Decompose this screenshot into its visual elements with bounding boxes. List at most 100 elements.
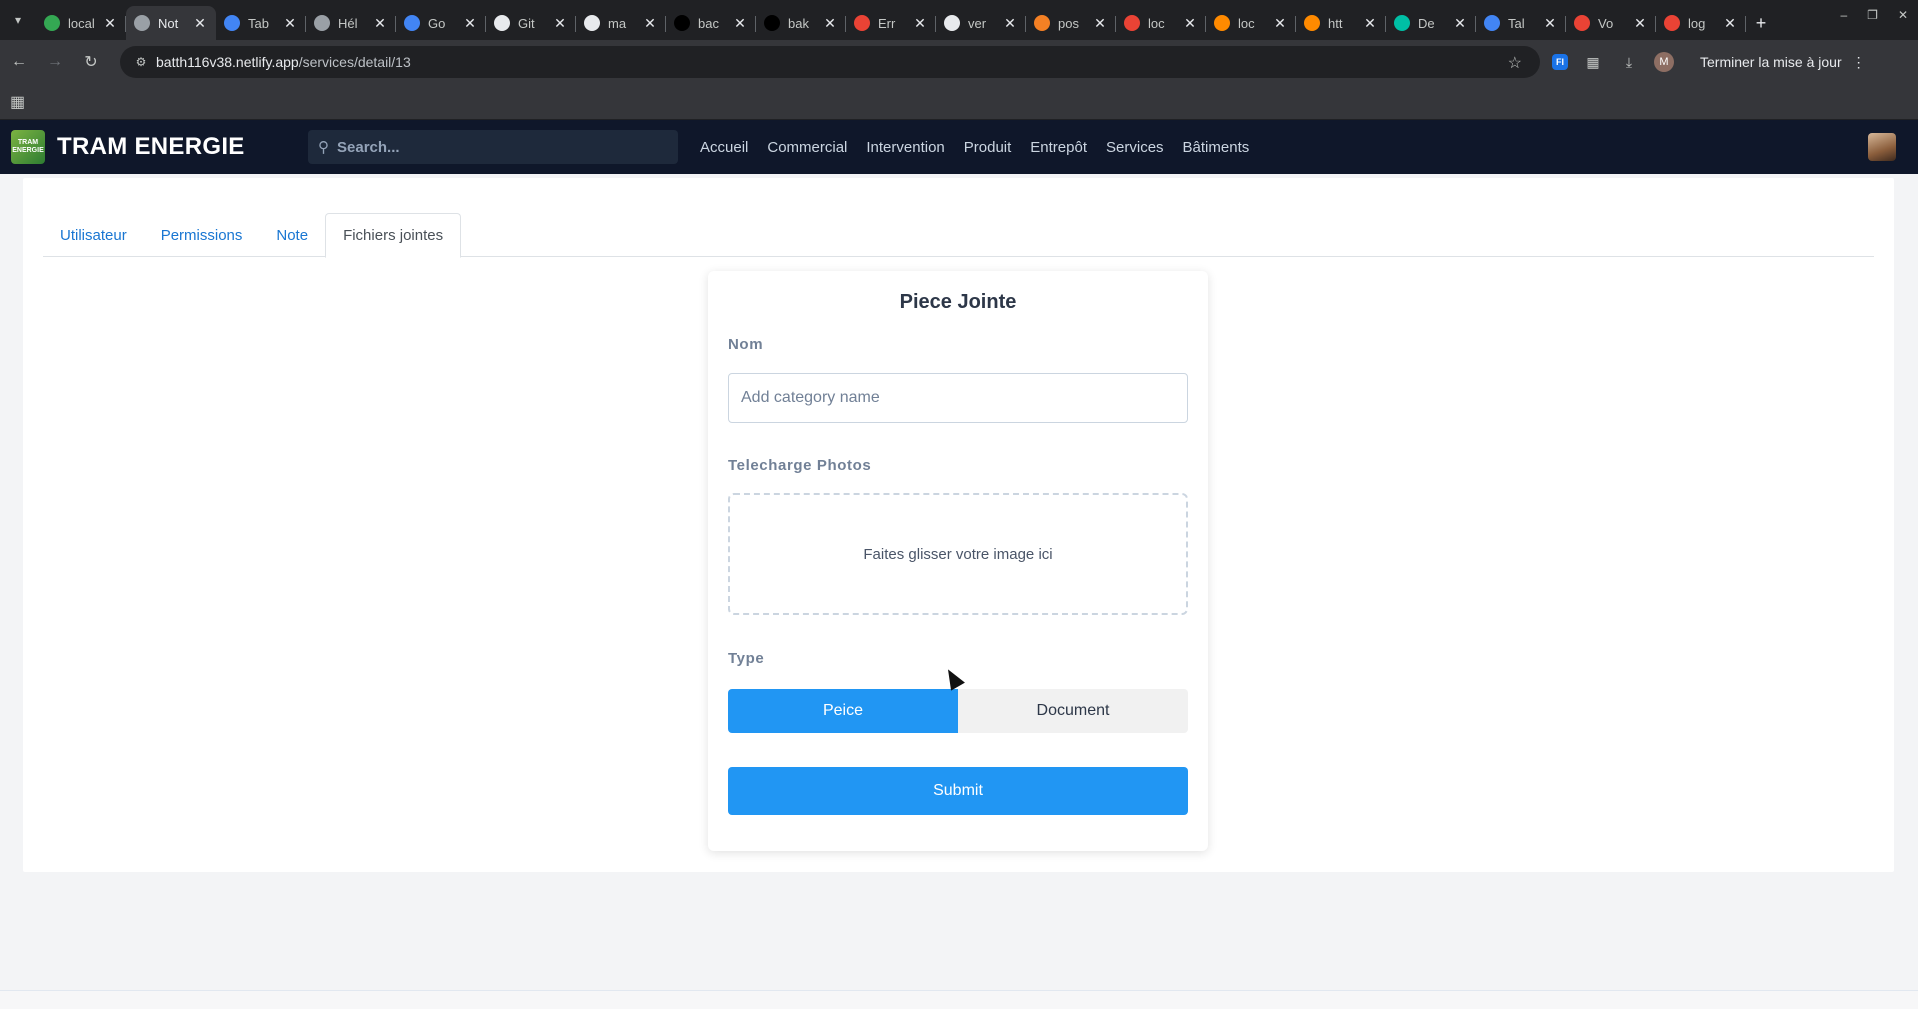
diamond-icon [1394, 15, 1410, 31]
browser-tab[interactable]: Vo ✕ [1566, 6, 1656, 40]
dropzone-text: Faites glisser votre image ici [863, 545, 1053, 563]
site-settings-icon[interactable]: ⚙ [126, 55, 156, 69]
close-window-icon[interactable]: ✕ [1898, 8, 1908, 22]
menu-item-batiments[interactable]: Bâtiments [1183, 139, 1250, 156]
browser-tab[interactable]: bak ✕ [756, 6, 846, 40]
close-tab-icon[interactable]: ✕ [822, 15, 838, 32]
url-text: batth116v38.netlify.app/services/detail/… [156, 54, 411, 70]
browser-tab-title: De [1418, 15, 1435, 31]
browser-tab[interactable]: Tab ✕ [216, 6, 306, 40]
brand-name[interactable]: TRAM ENERGIE [57, 133, 245, 161]
browser-tab[interactable]: pos ✕ [1026, 6, 1116, 40]
close-tab-icon[interactable]: ✕ [1002, 15, 1018, 32]
browser-tab[interactable]: De ✕ [1386, 6, 1476, 40]
browser-tab[interactable]: loc ✕ [1116, 6, 1206, 40]
menu-item-commercial[interactable]: Commercial [767, 139, 847, 156]
search-input[interactable] [337, 138, 657, 156]
user-avatar[interactable] [1868, 133, 1896, 161]
close-tab-icon[interactable]: ✕ [1362, 15, 1378, 32]
download-icon[interactable]: ⤓ [1618, 51, 1640, 73]
browser-tab-title: log [1688, 15, 1706, 31]
type-label: Type [728, 650, 765, 667]
bookmarks-bar: ▦ [0, 84, 1918, 120]
extension-icon[interactable]: FI [1552, 54, 1568, 70]
kebab-menu-icon[interactable]: ⋮ [1852, 54, 1866, 71]
gemini-icon [404, 15, 420, 31]
menu-item-accueil[interactable]: Accueil [700, 139, 748, 156]
close-tab-icon[interactable]: ✕ [102, 15, 118, 32]
close-tab-icon[interactable]: ✕ [1542, 15, 1558, 32]
image-dropzone[interactable]: Faites glisser votre image ici [728, 493, 1188, 615]
browser-tab[interactable]: local ✕ [36, 6, 126, 40]
close-tab-icon[interactable]: ✕ [732, 15, 748, 32]
browser-tab-title: Vo [1598, 15, 1614, 31]
close-tab-icon[interactable]: ✕ [1452, 15, 1468, 32]
close-tab-icon[interactable]: ✕ [462, 15, 478, 32]
name-field[interactable] [728, 373, 1188, 423]
tab-permissions[interactable]: Permissions [144, 213, 260, 257]
browser-tab[interactable]: log ✕ [1656, 6, 1746, 40]
type-option-document[interactable]: Document [958, 689, 1188, 733]
browser-tab[interactable]: loc ✕ [1206, 6, 1296, 40]
apps-grid-icon[interactable]: ▦ [10, 92, 25, 112]
tab-icon [1484, 15, 1500, 31]
menu-item-produit[interactable]: Produit [964, 139, 1012, 156]
tab-fichiers-jointes[interactable]: Fichiers jointes [325, 213, 462, 258]
browser-tab[interactable]: Tal ✕ [1476, 6, 1566, 40]
puzzle-extensions-icon[interactable]: ▦ [1582, 51, 1604, 73]
github-icon [494, 15, 510, 31]
brand-logo[interactable]: TRAM ENERGIE [11, 130, 45, 164]
tab-note[interactable]: Note [259, 213, 325, 257]
browser-tab[interactable]: htt ✕ [1296, 6, 1386, 40]
window-controls: – ❐ ✕ [1840, 8, 1908, 22]
menu-item-entrepot[interactable]: Entrepôt [1030, 139, 1087, 156]
menu-item-services[interactable]: Services [1106, 139, 1164, 156]
vercel-triangle-icon [44, 15, 60, 31]
browser-tab[interactable]: Not ✕ [126, 6, 216, 40]
close-tab-icon[interactable]: ✕ [912, 15, 928, 32]
browser-tab-title: loc [1238, 15, 1255, 31]
new-tab-button[interactable]: + [1746, 6, 1776, 40]
google-icon [1664, 15, 1680, 31]
browser-tab[interactable]: ma ✕ [576, 6, 666, 40]
menu-item-intervention[interactable]: Intervention [866, 139, 944, 156]
profile-avatar[interactable]: M [1654, 52, 1674, 72]
openai-icon [314, 15, 330, 31]
anthill-icon [1304, 15, 1320, 31]
search-box: ⚲ [308, 130, 678, 164]
browser-tab[interactable]: Err ✕ [846, 6, 936, 40]
update-button[interactable]: Terminer la mise à jour ⋮ [1688, 46, 1878, 78]
browser-tab-title: loc [1148, 15, 1165, 31]
browser-tab[interactable]: bac ✕ [666, 6, 756, 40]
forward-arrow-icon[interactable]: → [38, 45, 72, 79]
browser-tab-title: Tab [248, 15, 269, 31]
address-bar[interactable]: ⚙ batth116v38.netlify.app/services/detai… [120, 46, 1540, 78]
attachment-form: Piece Jointe Nom Telecharge Photos Faite… [708, 271, 1208, 851]
tab-icon [224, 15, 240, 31]
type-option-peice[interactable]: Peice [728, 689, 958, 733]
bookmark-star-icon[interactable]: ☆ [1508, 53, 1522, 73]
close-tab-icon[interactable]: ✕ [1272, 15, 1288, 32]
close-tab-icon[interactable]: ✕ [1722, 15, 1738, 32]
close-tab-icon[interactable]: ✕ [1092, 15, 1108, 32]
browser-tab[interactable]: Hél ✕ [306, 6, 396, 40]
tab-utilisateur[interactable]: Utilisateur [43, 213, 144, 257]
browser-tab[interactable]: Git ✕ [486, 6, 576, 40]
minimize-icon[interactable]: – [1840, 8, 1847, 22]
browser-tab[interactable]: ver ✕ [936, 6, 1026, 40]
close-tab-icon[interactable]: ✕ [1182, 15, 1198, 32]
close-tab-icon[interactable]: ✕ [642, 15, 658, 32]
restore-icon[interactable]: ❐ [1867, 8, 1878, 22]
browser-tab-title: local [68, 15, 95, 31]
close-tab-icon[interactable]: ✕ [552, 15, 568, 32]
close-tab-icon[interactable]: ✕ [372, 15, 388, 32]
github-icon [944, 15, 960, 31]
reload-icon[interactable]: ↻ [74, 45, 108, 79]
tab-search-chevron-icon[interactable]: ▾ [0, 0, 36, 40]
close-tab-icon[interactable]: ✕ [282, 15, 298, 32]
back-arrow-icon[interactable]: ← [2, 45, 36, 79]
close-tab-icon[interactable]: ✕ [1632, 15, 1648, 32]
close-tab-icon[interactable]: ✕ [192, 15, 208, 32]
submit-button[interactable]: Submit [728, 767, 1188, 815]
browser-tab[interactable]: Go ✕ [396, 6, 486, 40]
